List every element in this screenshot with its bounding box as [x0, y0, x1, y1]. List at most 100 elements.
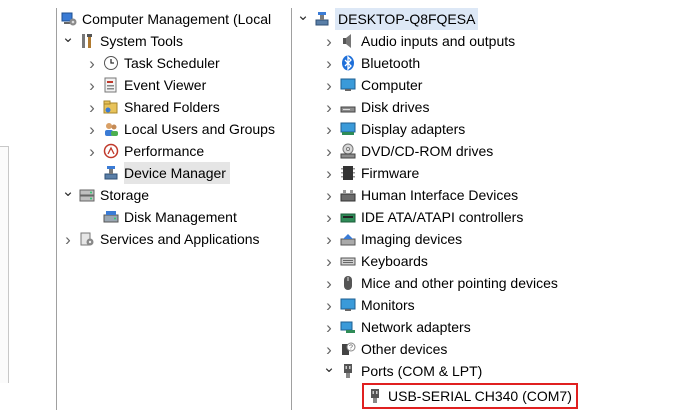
chevron-right-icon[interactable]	[61, 228, 75, 250]
category-label: Display adapters	[361, 121, 466, 137]
tree-item-system-tools[interactable]: System Tools	[61, 30, 183, 52]
category-other-devices[interactable]: ? Other devices	[322, 338, 447, 360]
camera-icon	[340, 231, 356, 247]
monitor-icon	[340, 297, 356, 313]
tree-item-storage[interactable]: Storage	[61, 184, 149, 206]
category-imaging[interactable]: Imaging devices	[322, 228, 462, 250]
category-label: DVD/CD-ROM drives	[361, 143, 494, 159]
services-icon	[79, 231, 95, 247]
tree-item-label: DESKTOP-Q8FQESA	[335, 8, 479, 30]
disk-drive-icon	[340, 99, 356, 115]
chevron-right-icon[interactable]	[322, 228, 336, 250]
tree-item-computer-management[interactable]: Computer Management (Local	[61, 8, 271, 30]
tree-item-label: Disk Management	[124, 209, 237, 225]
tree-item-label: Device Manager	[124, 162, 230, 184]
tree-item-event-viewer[interactable]: Event Viewer	[85, 74, 206, 96]
chevron-right-icon[interactable]	[322, 184, 336, 206]
chevron-down-icon[interactable]	[296, 8, 310, 30]
chevron-right-icon[interactable]	[322, 338, 336, 360]
chevron-right-icon[interactable]	[85, 74, 99, 96]
chevron-right-icon[interactable]	[85, 118, 99, 140]
category-network-adapters[interactable]: Network adapters	[322, 316, 471, 338]
port-connector-icon	[367, 388, 383, 404]
category-display-adapters[interactable]: Display adapters	[322, 118, 465, 140]
category-ide-controllers[interactable]: IDE ATA/ATAPI controllers	[322, 206, 523, 228]
computer-management-icon	[61, 11, 77, 27]
category-hid[interactable]: Human Interface Devices	[322, 184, 518, 206]
device-usb-serial-ch340[interactable]: USB-SERIAL CH340 (COM7)	[362, 383, 578, 409]
category-computer[interactable]: Computer	[322, 74, 422, 96]
tree-item-label: Performance	[124, 143, 205, 159]
chevron-right-icon[interactable]	[85, 96, 99, 118]
category-label: Imaging devices	[361, 231, 463, 247]
background-window-edge	[0, 0, 10, 410]
tree-item-label: Shared Folders	[124, 99, 220, 115]
chevron-right-icon[interactable]	[322, 52, 336, 74]
chevron-right-icon[interactable]	[322, 118, 336, 140]
event-log-icon	[103, 77, 119, 93]
category-disk-drives[interactable]: Disk drives	[322, 96, 429, 118]
tree-item-label: Local Users and Groups	[124, 121, 275, 137]
tree-item-shared-folders[interactable]: Shared Folders	[85, 96, 220, 118]
chevron-right-icon[interactable]	[322, 294, 336, 316]
network-icon	[340, 319, 356, 335]
svg-text:?: ?	[349, 345, 353, 352]
computer-root-icon	[314, 11, 330, 27]
display-adapter-icon	[340, 121, 356, 137]
chevron-down-icon[interactable]	[61, 184, 75, 206]
device-tree-pane[interactable]: DESKTOP-Q8FQESA Audio inputs and outputs…	[291, 8, 693, 410]
chevron-right-icon[interactable]	[322, 316, 336, 338]
category-dvd-drives[interactable]: DVD/CD-ROM drives	[322, 140, 493, 162]
chevron-right-icon[interactable]	[322, 140, 336, 162]
tree-item-device-manager[interactable]: Device Manager	[99, 162, 230, 184]
tree-item-performance[interactable]: Performance	[85, 140, 204, 162]
chevron-right-icon[interactable]	[322, 74, 336, 96]
category-label: Human Interface Devices	[361, 187, 519, 203]
chevron-right-icon[interactable]	[85, 140, 99, 162]
chevron-down-icon[interactable]	[61, 30, 75, 52]
category-keyboards[interactable]: Keyboards	[322, 250, 428, 272]
category-bluetooth[interactable]: Bluetooth	[322, 52, 420, 74]
category-firmware[interactable]: Firmware	[322, 162, 419, 184]
clock-icon	[103, 55, 119, 71]
tree-item-task-scheduler[interactable]: Task Scheduler	[85, 52, 220, 74]
category-monitors[interactable]: Monitors	[322, 294, 415, 316]
monitor-icon	[340, 77, 356, 93]
chevron-right-icon[interactable]	[322, 96, 336, 118]
chevron-right-icon[interactable]	[322, 30, 336, 52]
storage-icon	[79, 187, 95, 203]
category-label: Network adapters	[361, 319, 471, 335]
tree-item-label: Services and Applications	[100, 231, 260, 247]
background-window-panel	[0, 146, 9, 383]
chevron-down-icon[interactable]	[322, 360, 336, 382]
chevron-right-icon[interactable]	[322, 250, 336, 272]
category-label: Firmware	[361, 165, 420, 181]
tree-item-disk-management[interactable]: Disk Management	[99, 206, 237, 228]
tree-item-local-users[interactable]: Local Users and Groups	[85, 118, 275, 140]
category-label: Bluetooth	[361, 55, 421, 71]
chevron-right-icon[interactable]	[322, 162, 336, 184]
tree-item-services-applications[interactable]: Services and Applications	[61, 228, 260, 250]
category-label: Ports (COM & LPT)	[361, 363, 483, 379]
tools-icon	[79, 33, 95, 49]
chevron-right-icon[interactable]	[322, 206, 336, 228]
tree-item-desktop-root[interactable]: DESKTOP-Q8FQESA	[296, 8, 479, 30]
category-label: Other devices	[361, 341, 448, 357]
chevron-right-icon[interactable]	[85, 52, 99, 74]
category-audio[interactable]: Audio inputs and outputs	[322, 30, 515, 52]
category-label: Audio inputs and outputs	[361, 33, 516, 49]
users-icon	[103, 121, 119, 137]
ide-controller-icon	[340, 209, 356, 225]
category-mice[interactable]: Mice and other pointing devices	[322, 272, 558, 294]
hid-icon	[340, 187, 356, 203]
console-tree-pane[interactable]: Computer Management (Local System Tools …	[56, 8, 291, 410]
chip-icon	[340, 165, 356, 181]
category-ports[interactable]: Ports (COM & LPT)	[322, 360, 482, 382]
category-label: Monitors	[361, 297, 415, 313]
mouse-icon	[340, 275, 356, 291]
tree-item-label: Task Scheduler	[124, 55, 220, 71]
category-label: Disk drives	[361, 99, 430, 115]
chevron-right-icon[interactable]	[322, 272, 336, 294]
port-icon	[340, 363, 356, 379]
tree-item-label: Storage	[100, 187, 150, 203]
